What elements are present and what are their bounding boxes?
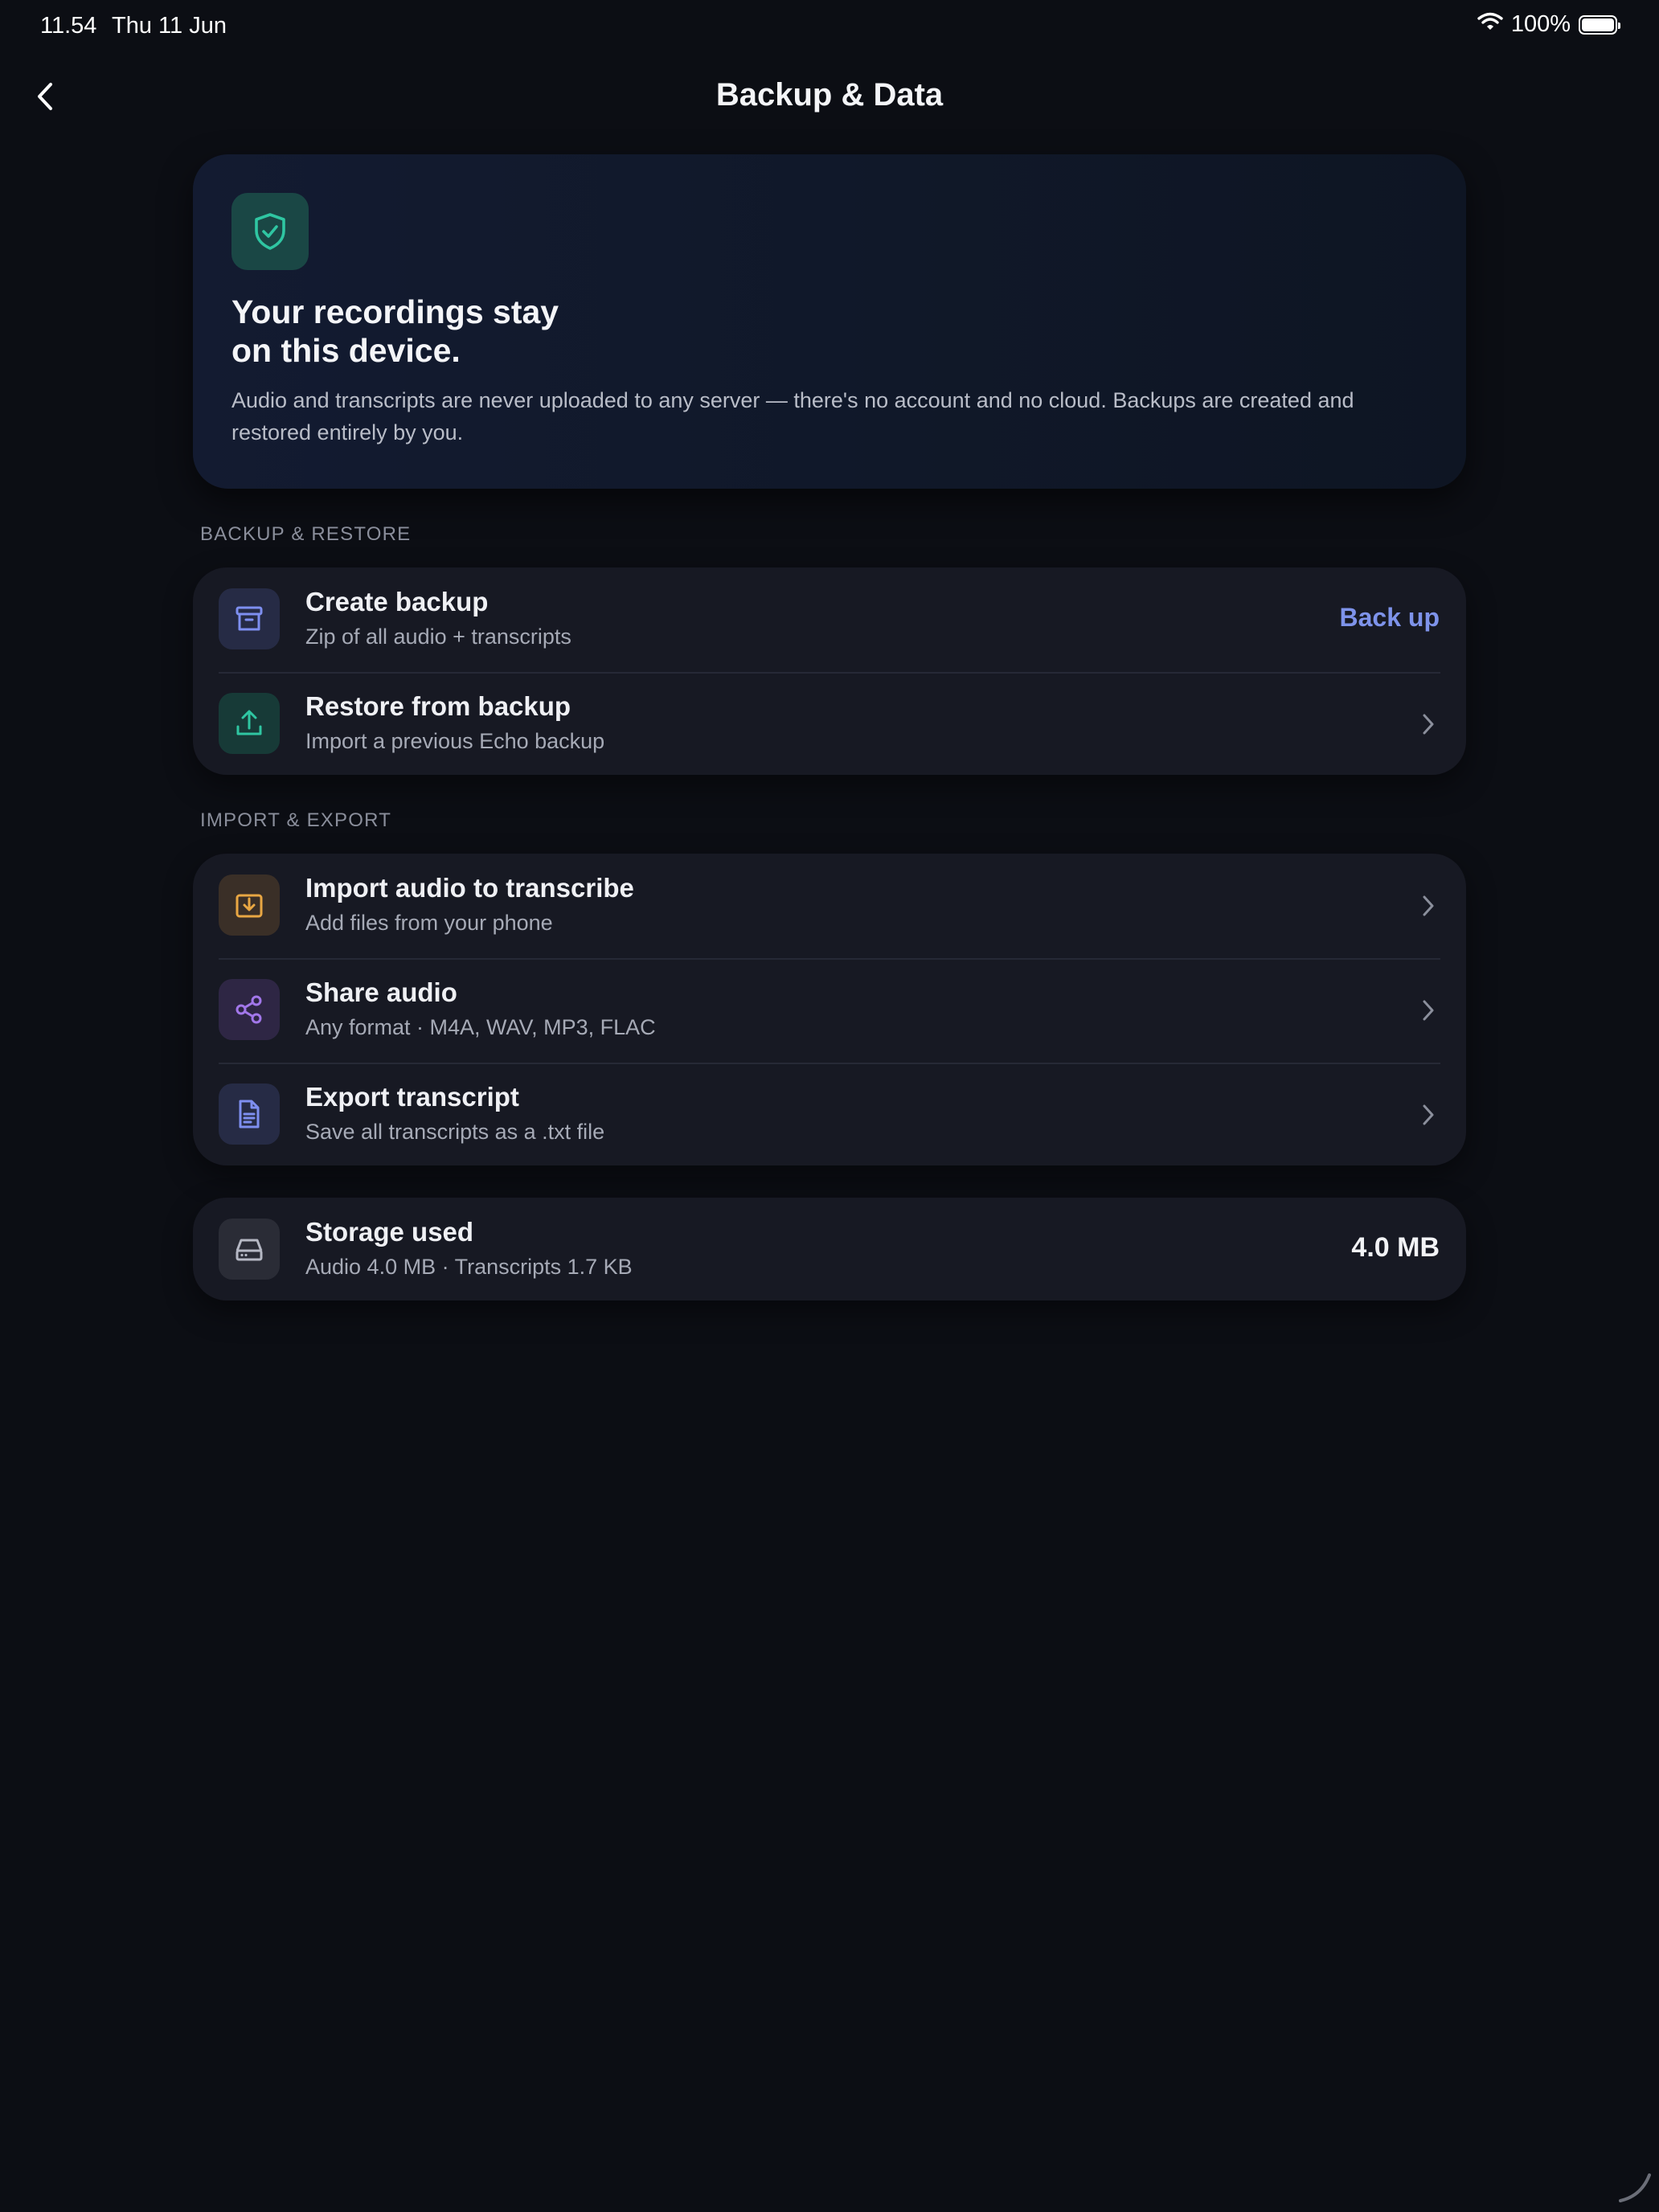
hard-drive-icon <box>219 1219 280 1280</box>
create-backup-title: Create backup <box>305 587 489 616</box>
import-audio-row[interactable]: Import audio to transcribe Add files fro… <box>193 854 1466 958</box>
upload-icon <box>219 693 280 754</box>
export-transcript-subtitle: Save all transcripts as a .txt file <box>305 1120 605 1144</box>
archive-box-icon <box>219 588 280 649</box>
share-icon <box>219 979 280 1040</box>
storage-row: Storage used Audio 4.0 MB · Transcripts … <box>193 1198 1466 1301</box>
create-backup-row[interactable]: Create backup Zip of all audio + transcr… <box>193 567 1466 672</box>
page-title: Backup & Data <box>715 77 944 113</box>
privacy-hero-card: Your recordings stay on this device. Aud… <box>193 154 1466 489</box>
wifi-icon <box>1477 11 1503 38</box>
share-audio-title: Share audio <box>305 977 457 1007</box>
status-date: Thu 11 Jun <box>112 13 227 39</box>
status-bar: 11.54 Thu 11 Jun 100% <box>0 0 1659 51</box>
hero-title: Your recordings stay on this device. <box>231 293 559 369</box>
chevron-right-icon <box>1418 708 1439 740</box>
import-audio-title: Import audio to transcribe <box>305 873 634 903</box>
chevron-right-icon <box>1418 994 1439 1026</box>
restore-backup-subtitle: Import a previous Echo backup <box>305 729 605 753</box>
storage-subtitle: Audio 4.0 MB · Transcripts 1.7 KB <box>305 1255 633 1279</box>
storage-title: Storage used <box>305 1217 474 1247</box>
share-audio-row[interactable]: Share audio Any format · M4A, WAV, MP3, … <box>193 958 1466 1063</box>
document-text-icon <box>219 1083 280 1145</box>
battery-icon <box>1579 14 1620 35</box>
shield-check-icon <box>231 193 309 270</box>
status-indicators: 100% <box>1477 11 1620 38</box>
chevron-right-icon <box>1418 890 1439 922</box>
import-export-card: Import audio to transcribe Add files fro… <box>193 854 1466 1165</box>
export-transcript-title: Export transcript <box>305 1082 519 1112</box>
back-up-button[interactable]: Back up <box>1340 603 1440 633</box>
section-label-backup-restore: Backup & Restore <box>200 523 412 545</box>
storage-card: Storage used Audio 4.0 MB · Transcripts … <box>193 1198 1466 1301</box>
restore-backup-row[interactable]: Restore from backup Import a previous Ec… <box>193 672 1466 775</box>
storage-total-value: 4.0 MB <box>1351 1232 1440 1263</box>
hero-description: Audio and transcripts are never uploaded… <box>231 388 1354 444</box>
nav-bar: Backup & Data <box>0 64 1659 129</box>
chevron-right-icon <box>1418 1099 1439 1131</box>
battery-percent: 100% <box>1510 11 1571 37</box>
restore-backup-title: Restore from backup <box>305 691 571 721</box>
export-transcript-row[interactable]: Export transcript Save all transcripts a… <box>193 1063 1466 1165</box>
share-audio-subtitle: Any format · M4A, WAV, MP3, FLAC <box>305 1015 656 1039</box>
import-audio-subtitle: Add files from your phone <box>305 911 553 935</box>
corner-handle-icon <box>1619 2173 1651 2202</box>
import-tray-icon <box>219 875 280 936</box>
create-backup-subtitle: Zip of all audio + transcripts <box>305 625 571 649</box>
section-label-import-export: Import & Export <box>200 809 392 831</box>
status-time: 11.54 <box>40 13 97 39</box>
backup-restore-card: Create backup Zip of all audio + transcr… <box>193 567 1466 775</box>
